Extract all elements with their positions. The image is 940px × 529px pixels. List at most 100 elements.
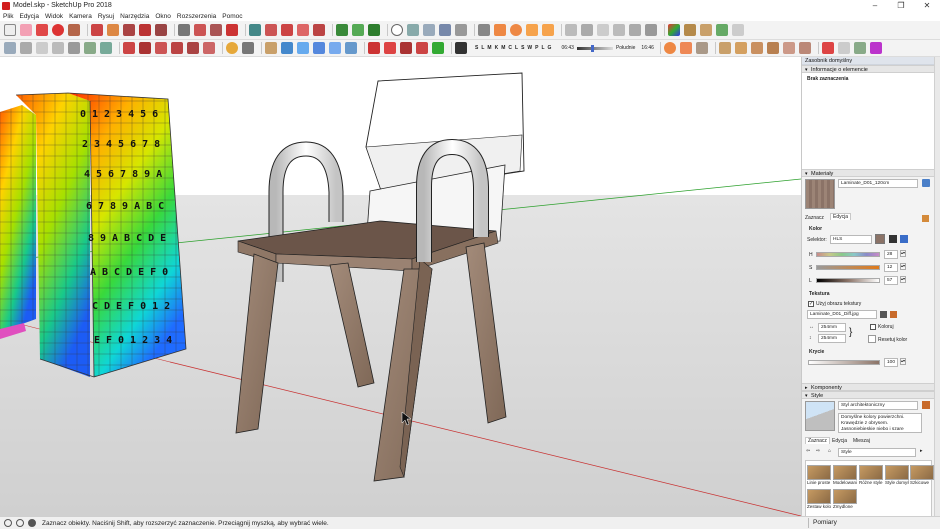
trim-icon[interactable] xyxy=(187,42,199,54)
browse-texture-icon[interactable] xyxy=(890,311,897,318)
texture-height-field[interactable]: 254mm xyxy=(818,334,846,343)
rainbow-box-front[interactable]: 0123456 2345678 456789A 6789ABC 89ABCDE … xyxy=(15,92,187,378)
opacity-value[interactable]: 100 xyxy=(884,358,898,367)
wireframe-icon[interactable] xyxy=(36,42,48,54)
pan-tool-icon[interactable] xyxy=(265,24,277,36)
paint-bucket-icon[interactable] xyxy=(668,24,680,36)
xray-icon[interactable] xyxy=(4,42,16,54)
menu-help[interactable]: Pomoc xyxy=(222,13,242,20)
sandbox-detail-icon[interactable] xyxy=(416,42,428,54)
style-collection-select[interactable]: Style xyxy=(838,448,916,457)
saturation-slider[interactable] xyxy=(816,265,880,270)
forward-arrow-icon[interactable]: ⇨ xyxy=(816,448,820,454)
style-name-field[interactable]: Styl architektoniczny xyxy=(838,401,918,410)
lightness-spin[interactable]: ▴▾ xyxy=(900,276,906,283)
aspect-lock-icon[interactable]: } xyxy=(849,327,852,338)
edit-texture-icon[interactable] xyxy=(880,311,887,318)
menu-edit[interactable]: Edycja xyxy=(19,13,39,20)
details-arrow-icon[interactable]: ▸ xyxy=(920,448,923,454)
menu-camera[interactable]: Kamera xyxy=(69,13,92,20)
pencil-line-tool-icon[interactable] xyxy=(36,24,48,36)
saturation-spin[interactable]: ▴▾ xyxy=(900,263,906,270)
menu-file[interactable]: Plik xyxy=(3,13,13,20)
split-icon[interactable] xyxy=(203,42,215,54)
opacity-slider[interactable] xyxy=(808,360,880,365)
style-tile-sketchy[interactable]: Szkicowe xyxy=(910,465,934,487)
style-tile-default[interactable]: Style domyślne xyxy=(885,465,909,487)
texture-width-field[interactable]: 254mm xyxy=(818,323,846,332)
model-viewport[interactable]: 0123456 2345678 456789A 6789ABC 89ABCDE … xyxy=(0,57,801,516)
shadow-months[interactable]: SLMKMCLSWPLG xyxy=(475,42,554,54)
offset-tool-icon[interactable] xyxy=(155,24,167,36)
menu-window[interactable]: Okno xyxy=(155,13,171,20)
geo-location-icon[interactable] xyxy=(526,24,538,36)
match-color-screen-icon[interactable] xyxy=(900,235,908,243)
opacity-spin[interactable]: ▴▾ xyxy=(900,358,906,365)
rainbow-box-back[interactable] xyxy=(0,105,36,332)
section-plane-icon[interactable] xyxy=(407,24,419,36)
follow-me-icon[interactable] xyxy=(123,42,135,54)
model-scene[interactable]: 0123456 2345678 456789A 6789ABC 89ABCDE … xyxy=(0,57,801,516)
walk-tool-icon[interactable] xyxy=(455,24,467,36)
generate-report-icon[interactable] xyxy=(226,42,238,54)
sample-paint-icon[interactable] xyxy=(922,215,929,222)
styles-tab-mix[interactable]: Mieszaj xyxy=(853,438,870,444)
shadow-time-slider[interactable] xyxy=(576,44,613,52)
arc-tool-icon[interactable] xyxy=(52,24,64,36)
sandbox-flip-icon[interactable] xyxy=(432,42,444,54)
style-box6-icon[interactable] xyxy=(798,42,811,54)
hue-value[interactable]: 28 xyxy=(884,250,898,259)
outer-shell-icon[interactable] xyxy=(155,42,167,54)
styles-tab-select[interactable]: Zaznacz xyxy=(805,437,830,444)
zoom-extents-tool-icon[interactable] xyxy=(313,24,325,36)
look-around-icon[interactable] xyxy=(494,24,506,36)
hue-spin[interactable]: ▴▾ xyxy=(900,250,906,257)
view-left-icon[interactable] xyxy=(645,24,657,36)
top-view-icon[interactable] xyxy=(281,42,293,54)
zoom-window-tool-icon[interactable] xyxy=(297,24,309,36)
eraser-tool-icon[interactable] xyxy=(20,24,32,36)
styles-tab-edit[interactable]: Edycja xyxy=(832,438,847,444)
rotate-tool-icon[interactable] xyxy=(123,24,135,36)
move-tool-icon[interactable] xyxy=(107,24,119,36)
lightness-value[interactable]: 57 xyxy=(884,276,898,285)
style-box5-icon[interactable] xyxy=(782,42,795,54)
tape-measure-tool-icon[interactable] xyxy=(178,24,190,36)
texture-file-field[interactable]: Laminate_D01_Diff.jpg xyxy=(807,310,877,319)
view-front-icon[interactable] xyxy=(597,24,609,36)
style-tile-washed[interactable]: Zmydlone xyxy=(833,489,857,511)
tools-icon[interactable] xyxy=(242,42,254,54)
dynamic-component-icon[interactable] xyxy=(821,42,834,54)
style-box2-icon[interactable] xyxy=(734,42,747,54)
entity-info-header[interactable]: Informacje o elemencie xyxy=(802,65,934,74)
colorize-checkbox[interactable] xyxy=(870,324,876,330)
zoom-tool-icon[interactable] xyxy=(281,24,293,36)
photo-texture-icon[interactable] xyxy=(542,24,554,36)
orbit-tool-icon[interactable] xyxy=(249,24,261,36)
reset-color-icon[interactable] xyxy=(868,335,876,343)
components-header[interactable]: Komponenty xyxy=(802,383,934,392)
geo-location-status-icon[interactable] xyxy=(4,519,12,527)
shaded-textures-icon[interactable] xyxy=(84,42,96,54)
style-tile-color-sets[interactable]: Zestaw kolorów xyxy=(807,489,831,511)
match-color-model-icon[interactable] xyxy=(889,235,897,243)
materials-tab-select[interactable]: Zaznacz xyxy=(805,215,824,221)
close-button[interactable]: ✕ xyxy=(914,0,940,11)
style-box4-icon[interactable] xyxy=(766,42,779,54)
sandbox-smoove-icon[interactable] xyxy=(368,42,380,54)
scale-tool-icon[interactable] xyxy=(139,24,151,36)
view-back-icon[interactable] xyxy=(629,24,641,36)
menu-extensions[interactable]: Rozszerzenia xyxy=(177,13,216,20)
create-material-icon[interactable] xyxy=(922,179,930,187)
menu-draw[interactable]: Rysuj xyxy=(98,13,114,20)
camera-position-icon[interactable] xyxy=(478,24,490,36)
materials-header[interactable]: Materiały xyxy=(802,169,934,178)
sandbox-stamp-icon[interactable] xyxy=(384,42,396,54)
axes-tool-icon[interactable] xyxy=(210,24,222,36)
layer-icon[interactable] xyxy=(695,42,708,54)
style-tile-assorted[interactable]: Różne style xyxy=(859,465,883,487)
menu-tools[interactable]: Narzędzia xyxy=(120,13,149,20)
styles-header[interactable]: Style xyxy=(802,391,934,400)
credits-status-icon[interactable] xyxy=(16,519,24,527)
view-top-icon[interactable] xyxy=(581,24,593,36)
